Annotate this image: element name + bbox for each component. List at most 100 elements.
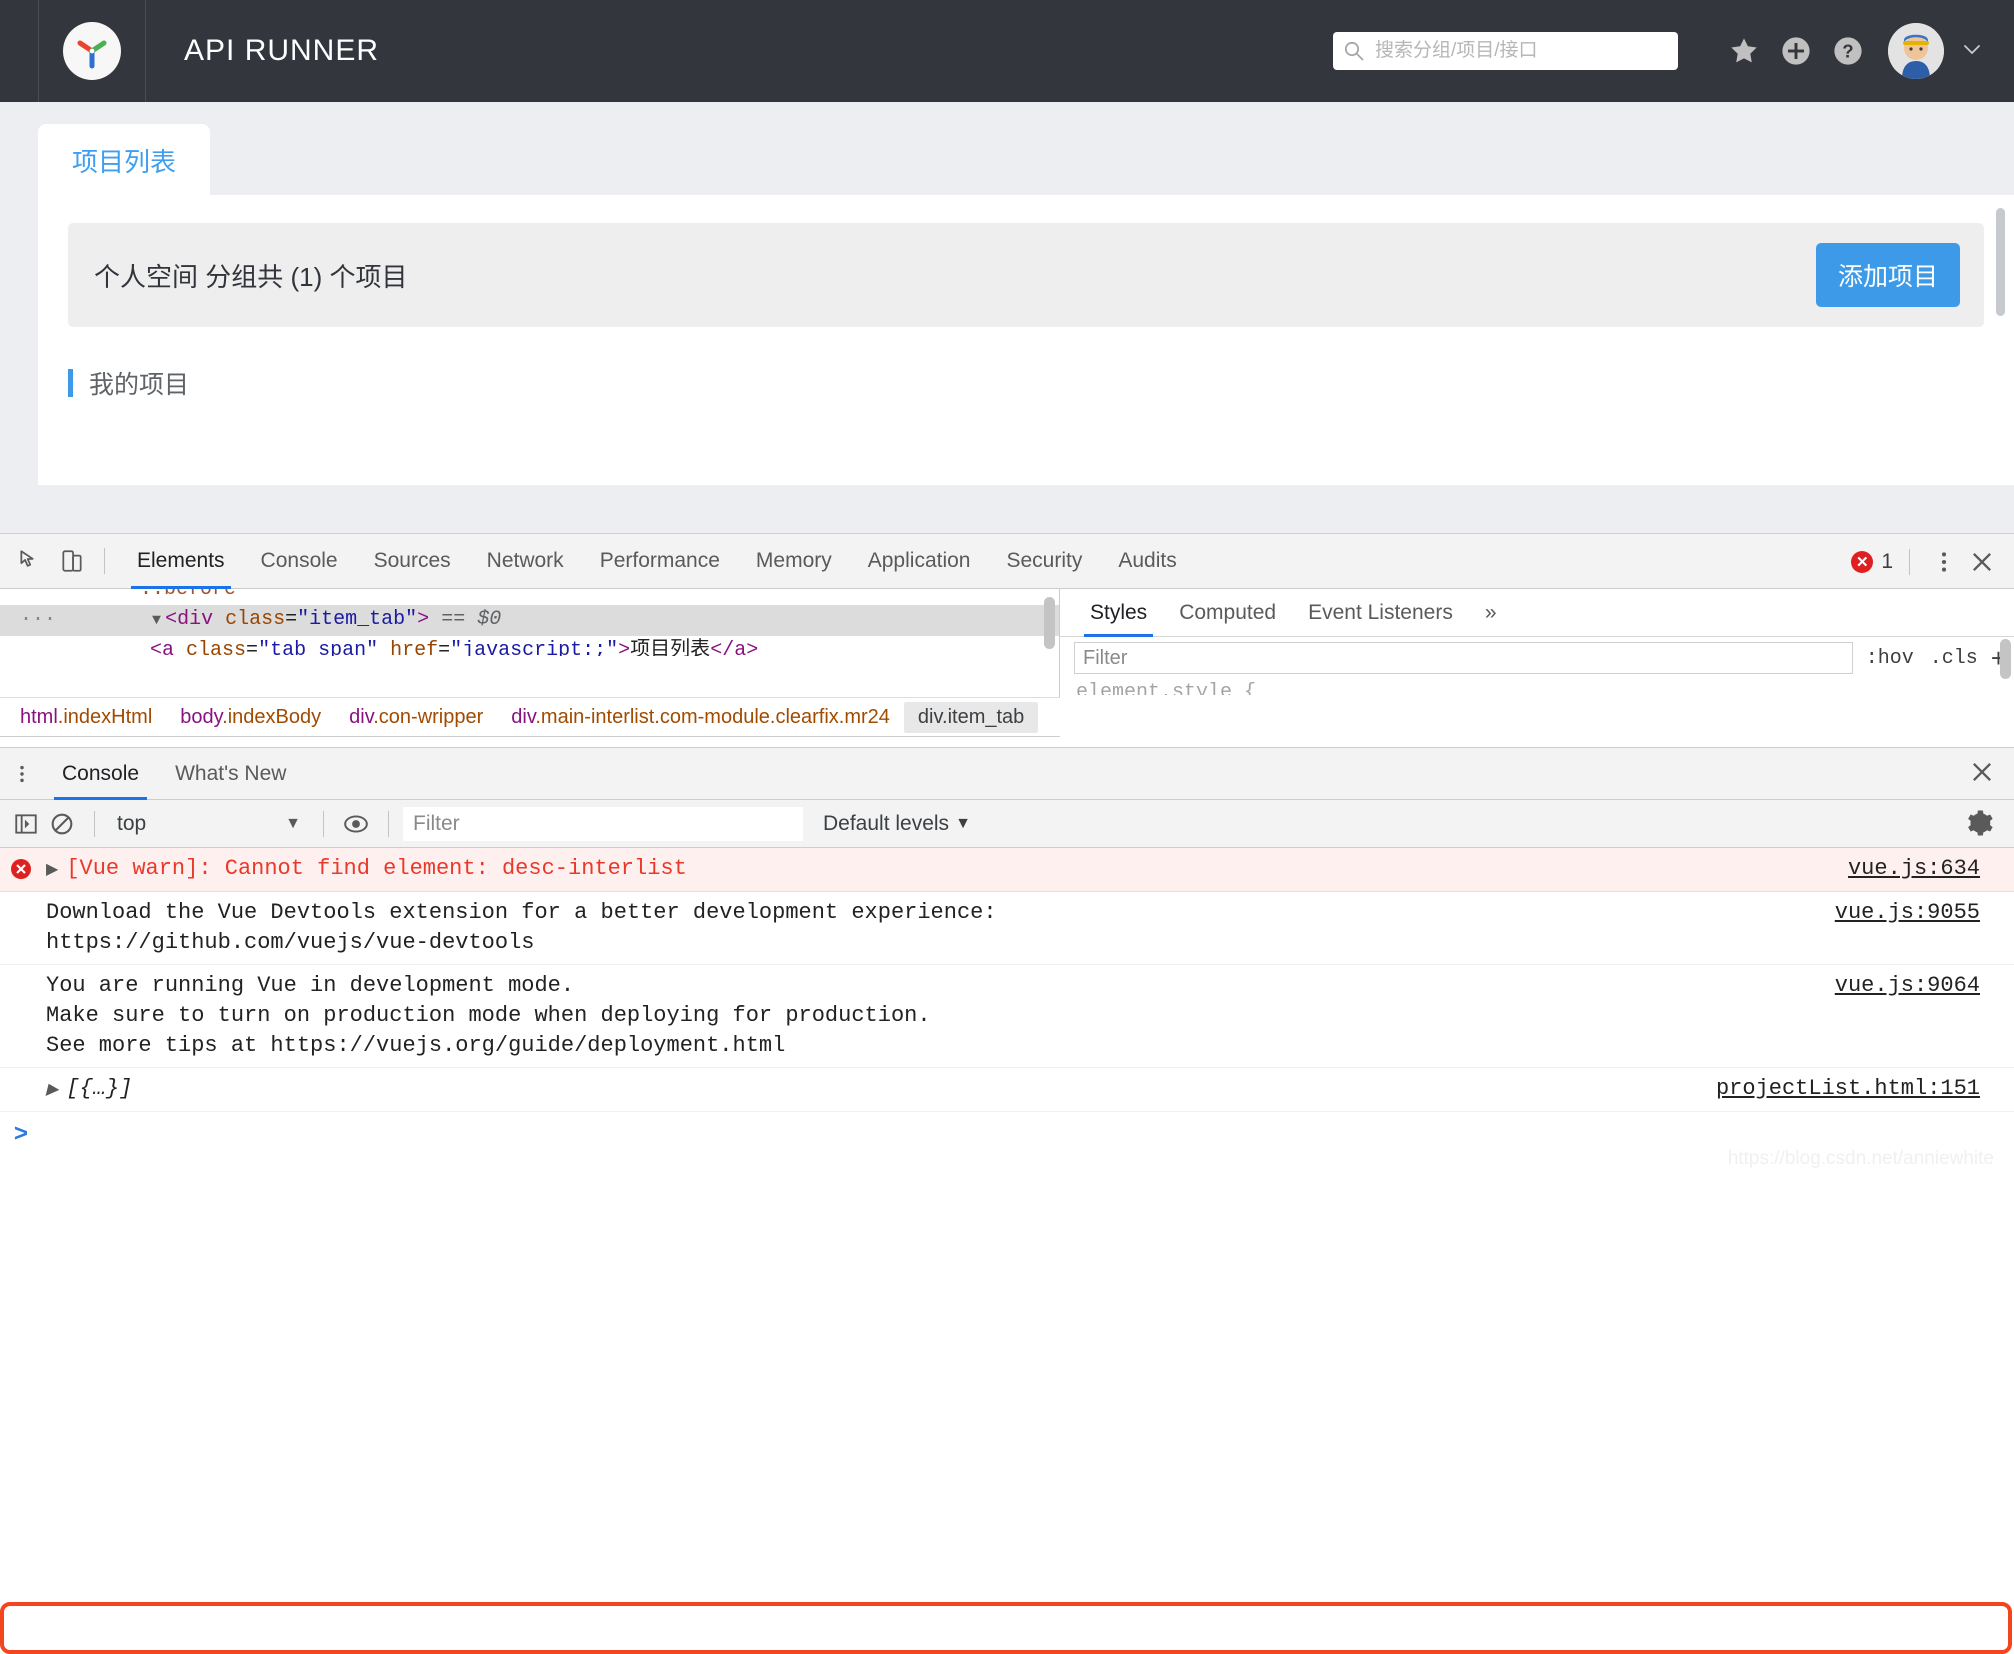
elements-panel: ::before ··· ▼ <div class="item_tab"> == … — [0, 589, 2014, 697]
tab-audits[interactable]: Audits — [1100, 534, 1194, 589]
tab-console[interactable]: Console — [243, 534, 356, 589]
styles-scrollbar[interactable] — [2000, 639, 2011, 679]
tab-memory-label: Memory — [755, 549, 832, 572]
tab-memory[interactable]: Memory — [738, 534, 850, 589]
tab-security[interactable]: Security — [988, 534, 1100, 589]
tab-event-listeners[interactable]: Event Listeners — [1292, 589, 1469, 637]
close-icon[interactable] — [1964, 544, 2000, 580]
expand-arrow-icon[interactable]: ▶ — [46, 861, 58, 879]
tab-computed[interactable]: Computed — [1163, 589, 1292, 637]
chevron-down-icon: ▼ — [285, 814, 301, 832]
console-divider-1 — [94, 810, 95, 837]
console-message-object[interactable]: ▶ [{…}] projectList.html:151 — [0, 1068, 2014, 1112]
console-log-text: Download the Vue Devtools extension for … — [46, 900, 997, 955]
console-message-error[interactable]: ▶ [Vue warn]: Cannot find element: desc-i… — [0, 848, 2014, 892]
gear-icon[interactable] — [1964, 808, 1994, 843]
app-logo[interactable] — [38, 0, 146, 102]
drawer-close-icon[interactable] — [1968, 758, 1996, 791]
plus-circle-icon[interactable] — [1770, 25, 1822, 77]
drawer-tab-whats-new-label: What's New — [175, 761, 287, 785]
devtools-tabs: Elements Console Sources Network Perform… — [119, 534, 1195, 589]
drawer-menu-icon[interactable] — [0, 763, 44, 785]
breadcrumb-class: .con-wripper — [373, 705, 484, 728]
breadcrumb-item-html[interactable]: html.indexHtml — [6, 702, 166, 733]
page-scrollbar[interactable] — [1996, 208, 2005, 316]
console-error-source-link[interactable]: vue.js:634 — [1848, 856, 1980, 881]
tab-project-list[interactable]: 项目列表 — [38, 124, 211, 195]
device-toolbar-icon[interactable] — [54, 543, 90, 579]
tab-application[interactable]: Application — [850, 534, 989, 589]
console-log-body: You are running Vue in development mode.… — [42, 971, 2014, 1061]
user-avatar[interactable] — [1888, 23, 1944, 79]
dom-line-child[interactable]: <a class="tab_span" href="javascript:;">… — [0, 636, 1059, 656]
drawer-tab-console-label: Console — [62, 761, 140, 785]
breadcrumb-item-con-wripper[interactable]: div.con-wripper — [335, 702, 497, 733]
drawer-tab-console[interactable]: Console — [44, 748, 157, 800]
question-circle-icon[interactable]: ? — [1822, 25, 1874, 77]
console-log-spacer — [0, 898, 42, 958]
hov-toggle-button[interactable]: :hov — [1863, 647, 1917, 670]
breadcrumb-tag: div — [917, 705, 943, 728]
breadcrumb-tag: body — [180, 705, 223, 728]
tab-sources[interactable]: Sources — [356, 534, 469, 589]
search-input[interactable] — [1373, 39, 1668, 63]
console-log-body: Download the Vue Devtools extension for … — [42, 898, 2014, 958]
breadcrumb-item-main-interlist[interactable]: div.main-interlist.com-module.clearfix.m… — [497, 702, 904, 733]
console-filter-input[interactable] — [403, 806, 803, 841]
watermark: https://blog.csdn.net/anniewhite — [1727, 1148, 1994, 1169]
console-context-select[interactable]: top ▼ — [109, 808, 309, 840]
live-expression-icon[interactable] — [338, 806, 374, 842]
chevron-down-icon[interactable] — [1960, 37, 1984, 66]
my-projects-heading: 我的项目 — [68, 365, 1984, 401]
console-prompt-caret: > — [13, 1122, 29, 1149]
console-log-source-link[interactable]: vue.js:9064 — [1835, 973, 1980, 998]
console-levels-dropdown[interactable]: Default levels ▼ — [823, 812, 971, 836]
search-box[interactable] — [1333, 32, 1678, 70]
tab-elements-label: Elements — [137, 549, 225, 572]
inspect-element-icon[interactable] — [12, 543, 48, 579]
expand-arrow-icon[interactable]: ▼ — [152, 612, 161, 629]
console-prompt-row[interactable]: > — [0, 1112, 2014, 1149]
console-message-dev-mode[interactable]: You are running Vue in development mode.… — [0, 965, 2014, 1068]
dom-tree[interactable]: ::before ··· ▼ <div class="item_tab"> == … — [0, 589, 1060, 697]
dom-line-selected[interactable]: ··· ▼ <div class="item_tab"> == $0 — [0, 605, 1059, 636]
dom-scrollbar[interactable] — [1044, 597, 1055, 649]
tab-application-label: Application — [867, 549, 971, 572]
console-drawer: Console What's New top ▼ Filter Default … — [0, 747, 2014, 1654]
tab-elements[interactable]: Elements — [119, 534, 243, 589]
page-body: 项目列表 个人空间 分组共 (1) 个项目 添加项目 我的项目 — [0, 102, 2014, 533]
tab-styles[interactable]: Styles — [1074, 589, 1163, 637]
breadcrumb-tag: div — [349, 705, 374, 728]
dom-line-pseudo[interactable]: ::before — [0, 589, 1059, 605]
tab-network[interactable]: Network — [469, 534, 582, 589]
console-log-text: You are running Vue in development mode.… — [46, 973, 931, 1058]
console-context-value: top — [117, 811, 147, 835]
tab-project-list-label: 项目列表 — [72, 147, 177, 177]
star-icon[interactable] — [1718, 25, 1770, 77]
my-projects-label: 我的项目 — [89, 371, 190, 399]
cls-toggle-button[interactable]: .cls — [1927, 647, 1981, 670]
styles-filter-input[interactable] — [1074, 642, 1853, 674]
styles-more-tabs-icon[interactable]: » — [1469, 589, 1513, 637]
console-sidebar-icon[interactable] — [8, 806, 44, 842]
breadcrumb-item-body[interactable]: body.indexBody — [166, 702, 335, 733]
add-project-button[interactable]: 添加项目 — [1815, 243, 1960, 307]
clear-console-icon[interactable] — [44, 806, 80, 842]
annotation-highlight-box — [0, 1602, 2012, 1654]
drawer-tab-whats-new[interactable]: What's New — [157, 748, 304, 800]
dom-child-tag-close: > — [618, 639, 631, 656]
tab-performance[interactable]: Performance — [582, 534, 738, 589]
console-object-source-link[interactable]: projectList.html:151 — [1716, 1076, 1980, 1101]
console-log-source-link[interactable]: vue.js:9055 — [1835, 900, 1980, 925]
console-message-devtools-tip[interactable]: Download the Vue Devtools extension for … — [0, 892, 2014, 965]
breadcrumb-class: .main-interlist.com-module.clearfix.mr24 — [535, 705, 890, 728]
console-error-text: [Vue warn]: Cannot find element: desc-in… — [66, 856, 687, 881]
dom-ellipsis: ··· — [20, 608, 57, 631]
error-count-badge[interactable]: ✕ 1 — [1851, 550, 1893, 574]
console-error-icon — [0, 854, 42, 885]
dom-child-attr1-name: class — [186, 639, 247, 656]
expand-arrow-icon[interactable]: ▶ — [46, 1081, 58, 1099]
breadcrumb-item-item-tab[interactable]: div.item_tab — [903, 701, 1039, 733]
styles-panel-tabs: Styles Computed Event Listeners » — [1060, 589, 2014, 637]
vertical-dots-icon[interactable] — [1926, 544, 1962, 580]
